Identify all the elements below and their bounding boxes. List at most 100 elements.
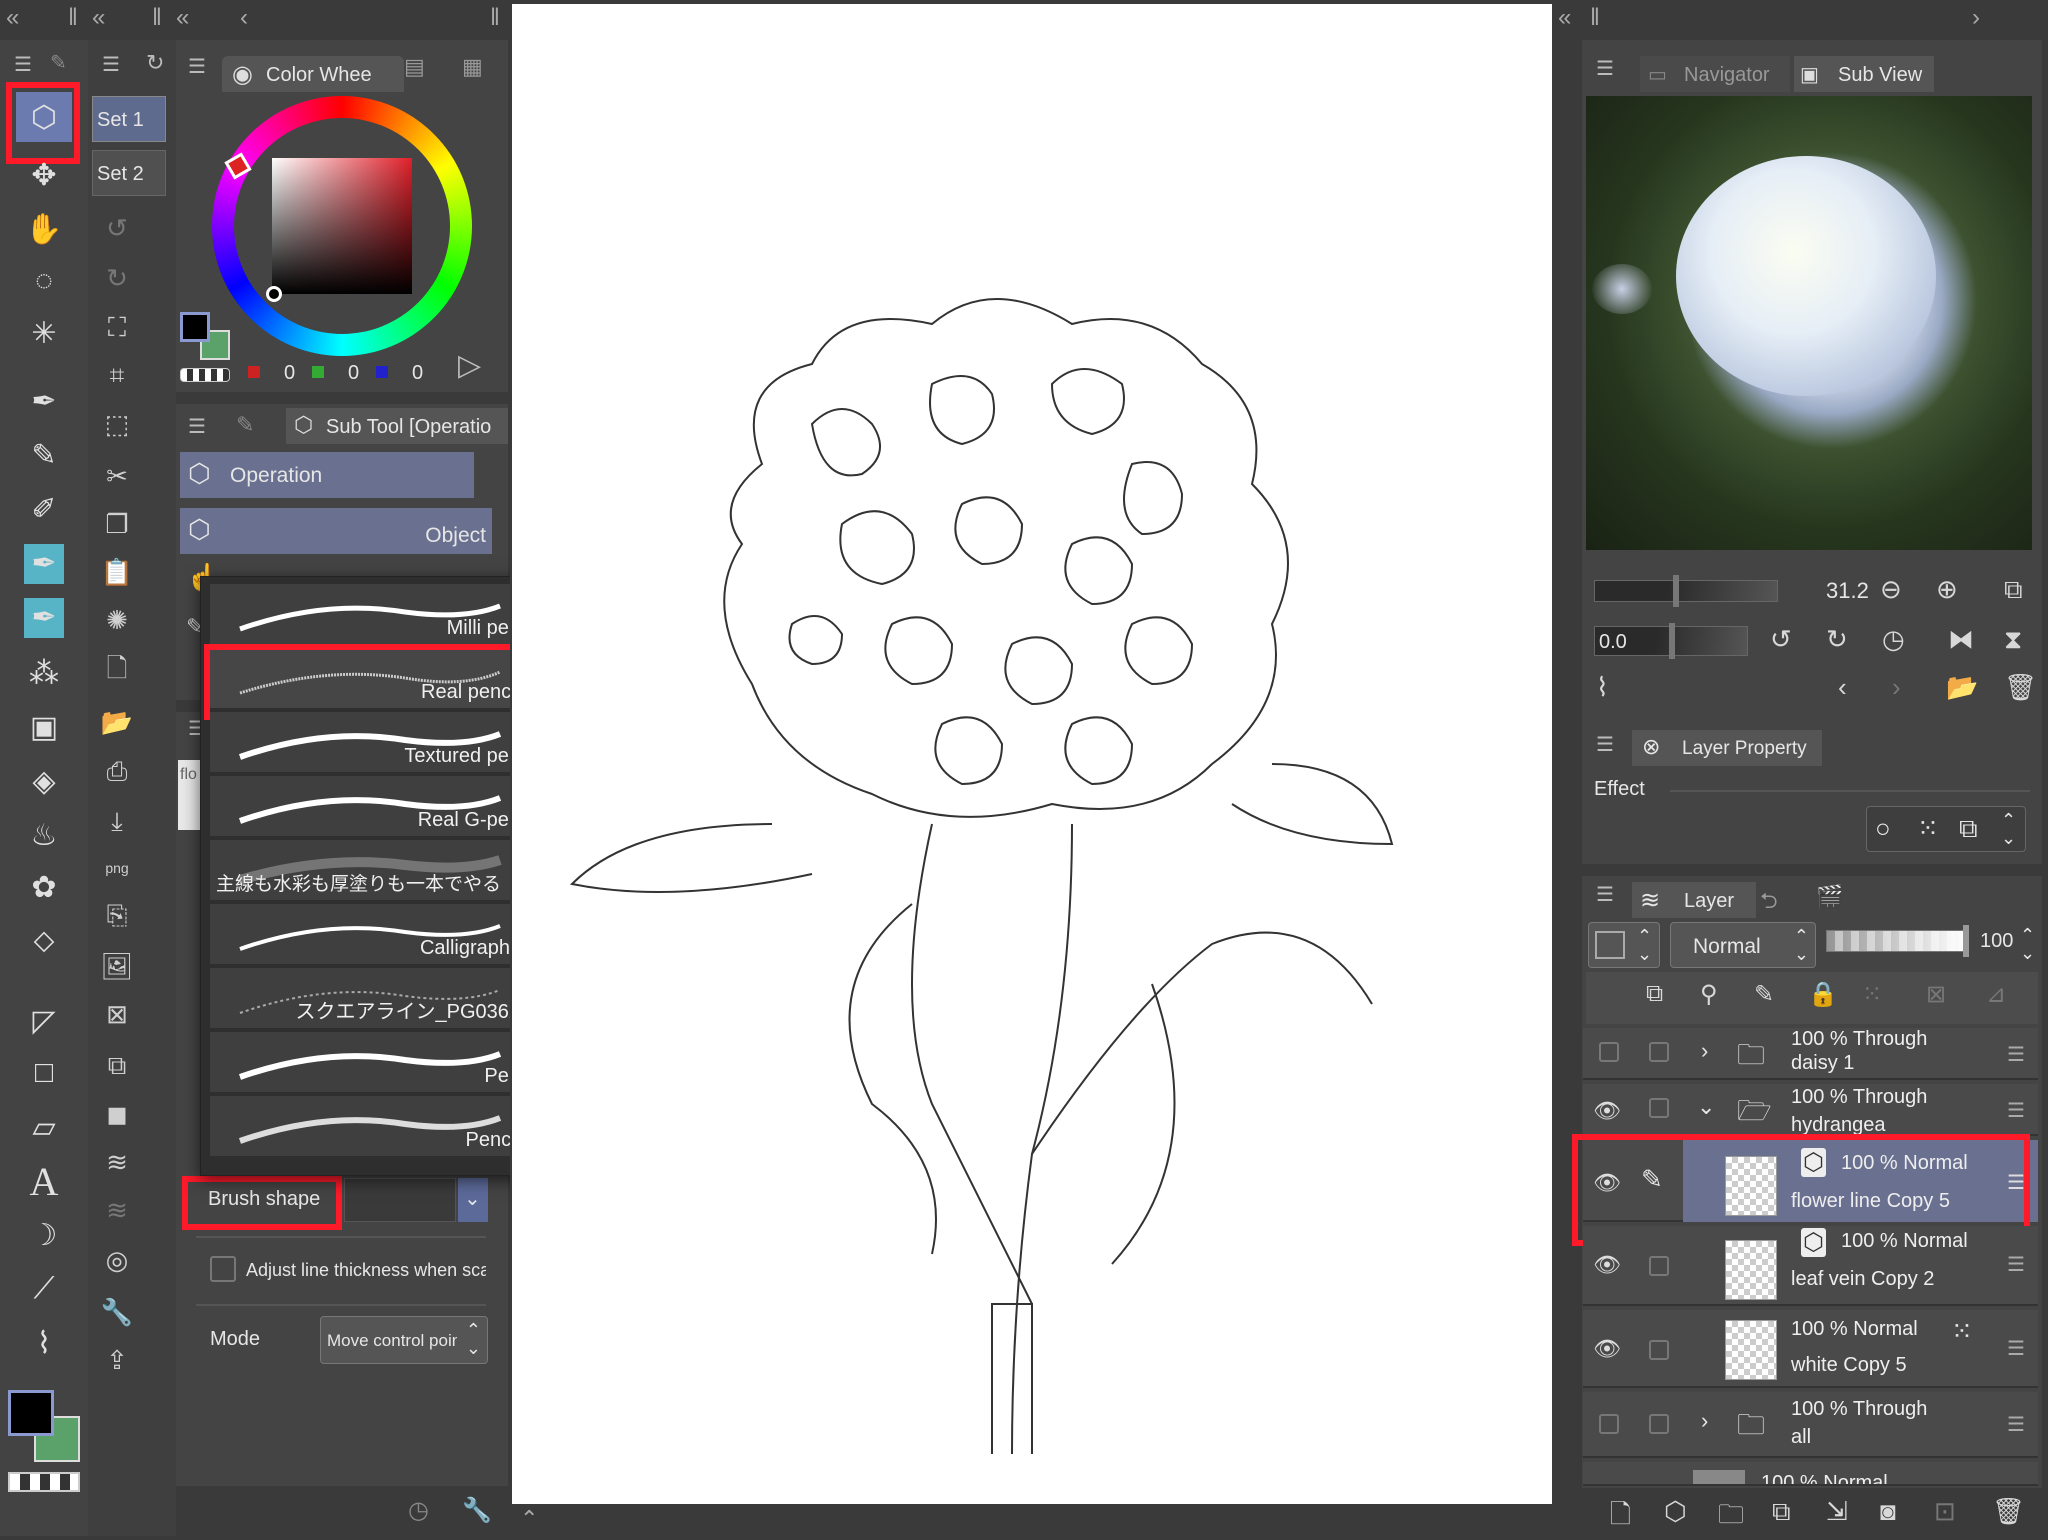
mask-enable-icon[interactable]: ⊠ <box>1926 980 1946 1009</box>
new-folder-icon[interactable]: 🗀 <box>1718 1496 1744 1540</box>
set2-button[interactable]: Set 2 <box>92 150 166 196</box>
zoom-slider[interactable] <box>1594 575 1778 607</box>
expand-chevron-icon[interactable]: › <box>1701 1038 1708 1064</box>
menu-icon[interactable]: ☰ <box>14 52 32 77</box>
chevron-right-icon[interactable]: › <box>1972 4 1980 32</box>
brush-item-textured-pen[interactable]: Textured pen <box>210 712 530 774</box>
scissors-icon[interactable]: ✂ <box>95 454 139 498</box>
hand-tool-icon[interactable]: ✋ <box>18 206 70 252</box>
reference-layer-icon[interactable]: ⚲ <box>1700 980 1718 1009</box>
brush-item-square-line[interactable]: スクエアライン_PG0362 <box>210 968 530 1030</box>
set1-button[interactable]: Set 1 <box>92 96 166 142</box>
edit-checkbox[interactable] <box>1649 1098 1669 1118</box>
image-import-icon[interactable]: 🖼 <box>95 944 139 988</box>
transform-icon[interactable]: ⌗ <box>95 354 139 398</box>
zoom-in-icon[interactable]: ⊕ <box>1936 574 1958 605</box>
effect-color-icon[interactable]: ⧉ <box>1959 813 1978 845</box>
subtool-tab[interactable]: ⬡ Sub Tool [Operatio <box>286 408 508 444</box>
magic-wand-icon[interactable]: ✳ <box>18 310 70 356</box>
marker-icon[interactable]: ✒ <box>18 594 70 640</box>
edit-checkbox[interactable] <box>1649 1042 1669 1062</box>
reference-photo[interactable] <box>1586 96 2032 550</box>
layer-row-white[interactable]: 👁 100 % Normal ⁙ white Copy 5 ☰ <box>1583 1310 2038 1388</box>
layer-menu-icon[interactable]: ☰ <box>2007 1252 2025 1277</box>
layers-stack-icon-2[interactable]: ≋ <box>95 1188 139 1232</box>
rotate-left-icon[interactable]: ↺ <box>1770 624 1792 655</box>
brush-item-milli-pen[interactable]: Milli pen <box>210 584 530 646</box>
apply-mask-icon[interactable]: ⊡ <box>1934 1496 1956 1527</box>
delete-layer-icon[interactable]: 🗑 <box>1992 1496 2025 1527</box>
new-raster-layer-icon[interactable]: 🗋 <box>1610 1496 1631 1540</box>
flip-vertical-icon[interactable]: ⧗ <box>2004 624 2022 656</box>
collapse-left-icon[interactable]: « <box>6 4 19 32</box>
fill-layer-icon[interactable]: ◼ <box>95 1092 139 1136</box>
edit-checkbox[interactable] <box>1649 1414 1669 1434</box>
layer-color-box[interactable]: ⌃ ⌄ <box>1588 922 1660 968</box>
pencil-tool-icon[interactable]: ✎ <box>18 432 70 478</box>
brush-shape-field[interactable] <box>344 1178 456 1222</box>
ruler-enable-icon[interactable]: ⊿ <box>1986 980 2006 1009</box>
slider-tab-icon[interactable]: ▤ <box>404 54 425 80</box>
layer-row-partial[interactable]: 100 % Normal <box>1583 1462 2038 1486</box>
subview-tab[interactable]: ▣ Sub View <box>1794 56 1934 92</box>
undo-icon[interactable]: ↺ <box>95 206 139 250</box>
navigator-tab[interactable]: ▭ Navigator <box>1640 56 1790 92</box>
eye-icon[interactable]: 👁 <box>1593 1252 1621 1278</box>
move-tool-icon[interactable]: ✥ <box>18 152 70 198</box>
export-icon[interactable]: ⤓ <box>95 800 139 844</box>
copy-layer-icon[interactable]: ⧉ <box>1772 1496 1791 1528</box>
png-export-icon[interactable]: png <box>95 846 139 890</box>
layer-row-leaf-vein[interactable]: 👁 ⬡ 100 % Normal leaf vein Copy 2 ☰ <box>1583 1226 2038 1306</box>
panel-grip-icon-4[interactable]: ‖ <box>1590 4 1600 32</box>
save-icon[interactable]: ⎙ <box>95 750 139 794</box>
collapse-icon-2[interactable]: « <box>92 4 105 32</box>
brush-item-real-g-pen[interactable]: Real G-pen <box>210 776 530 838</box>
fill-icon[interactable]: ◈ <box>18 758 70 804</box>
loading-icon[interactable]: ✺ <box>95 598 139 642</box>
menu-icon-4[interactable]: ☰ <box>188 414 206 439</box>
adjust-thickness-checkbox[interactable] <box>210 1256 236 1282</box>
settings-wrench-icon[interactable]: 🔧 <box>462 1496 492 1525</box>
color-play-icon[interactable]: ▷ <box>458 348 481 383</box>
mode-select[interactable]: Move control poin ⌃ ⌄ <box>320 1316 488 1364</box>
rotate-right-icon[interactable]: ↻ <box>1826 624 1848 655</box>
redo-icon[interactable]: ↻ <box>95 256 139 300</box>
layer-row-all[interactable]: › 🗀 100 % Through all ☰ <box>1583 1392 2038 1458</box>
eye-icon[interactable]: 👁 <box>1593 1098 1621 1124</box>
upload-icon[interactable]: ⇪ <box>95 1338 139 1382</box>
add-layer-icon[interactable]: ⧉ <box>95 1044 139 1088</box>
draft-layer-icon[interactable]: ✎ <box>1754 980 1774 1009</box>
timer-icon[interactable]: ◷ <box>408 1496 429 1525</box>
opacity-updown-icon[interactable]: ⌃ ⌄ <box>2020 926 2035 962</box>
airbrush-icon[interactable]: ⁂ <box>18 650 70 696</box>
paste-icon[interactable]: 📋 <box>95 550 139 594</box>
eye-icon[interactable]: 👁 <box>1593 1336 1621 1362</box>
next-image-icon[interactable]: › <box>1892 672 1901 703</box>
ink-pen-icon[interactable]: ✒ <box>18 540 70 586</box>
menu-icon-3[interactable]: ☰ <box>188 54 206 79</box>
clip-icon[interactable]: ⧉ <box>1646 980 1663 1008</box>
brush-tool-icon[interactable]: ✐ <box>18 486 70 532</box>
layer-property-tab[interactable]: ⊗ Layer Property <box>1632 730 1822 766</box>
panel-grip-icon-3[interactable]: ‖ <box>490 4 500 32</box>
decoration-icon[interactable]: ✿ <box>18 864 70 910</box>
lock-alpha-icon[interactable]: ⁙ <box>1862 980 1882 1009</box>
edit-checkbox[interactable] <box>1649 1340 1669 1360</box>
layer-row-hydrangea[interactable]: 👁 ⌄ 🗁 100 % Through hydrangea ☰ <box>1583 1084 2038 1136</box>
free-transform-icon[interactable]: ⬚ <box>95 402 139 446</box>
layer-menu-icon[interactable]: ☰ <box>2007 1042 2025 1067</box>
brush-item-calligraphy[interactable]: Calligraphy <box>210 904 530 966</box>
fit-icon[interactable]: ⧉ <box>2004 574 2023 606</box>
panel-grip-icon-2[interactable]: ‖ <box>152 4 162 32</box>
ruler-icon[interactable]: ▱ <box>18 1104 70 1150</box>
print-icon[interactable]: ⎘ <box>95 894 139 938</box>
open-folder-icon[interactable]: 📂 <box>95 700 139 744</box>
menu-icon-7[interactable]: ☰ <box>1596 732 1614 757</box>
brush-item-pencil[interactable]: Pencil <box>210 1096 530 1158</box>
wrench-icon[interactable]: 🔧 <box>95 1290 139 1334</box>
refresh-icon[interactable]: ↻ <box>146 50 164 76</box>
brush-shape-dropdown[interactable]: ⌄ <box>458 1178 488 1222</box>
collapse-icon-3[interactable]: « <box>176 4 189 32</box>
lock-icon[interactable]: 🔒 <box>1808 980 1838 1009</box>
transparent-swatch[interactable] <box>8 1472 80 1492</box>
